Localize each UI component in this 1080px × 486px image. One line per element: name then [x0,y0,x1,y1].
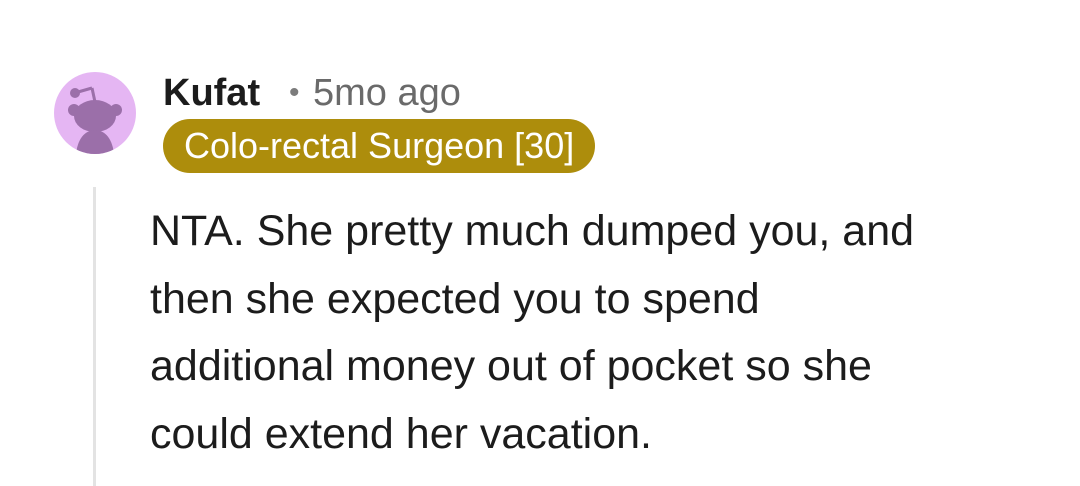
comment-body-line: additional money out of pocket so she [150,342,872,390]
comment-body-line: NTA. She pretty much dumped you, and [150,207,915,255]
user-flair-badge: Colo-rectal Surgeon [30] [163,119,596,173]
meta-separator: • [289,76,300,109]
comment-body-line: could extend her vacation. [150,409,652,458]
snoo-avatar-icon[interactable] [54,72,136,154]
comment: Kufat • 5mo ago Colo-rectal Surgeon [30]… [0,0,1080,486]
thread-collapse-line[interactable] [93,187,96,486]
timestamp[interactable]: 5mo ago [313,70,461,116]
username[interactable]: Kufat [163,70,260,116]
comment-body: NTA. She pretty much dumped you, and the… [150,198,1030,468]
comment-body-line: then she expected you to spend [150,274,760,323]
